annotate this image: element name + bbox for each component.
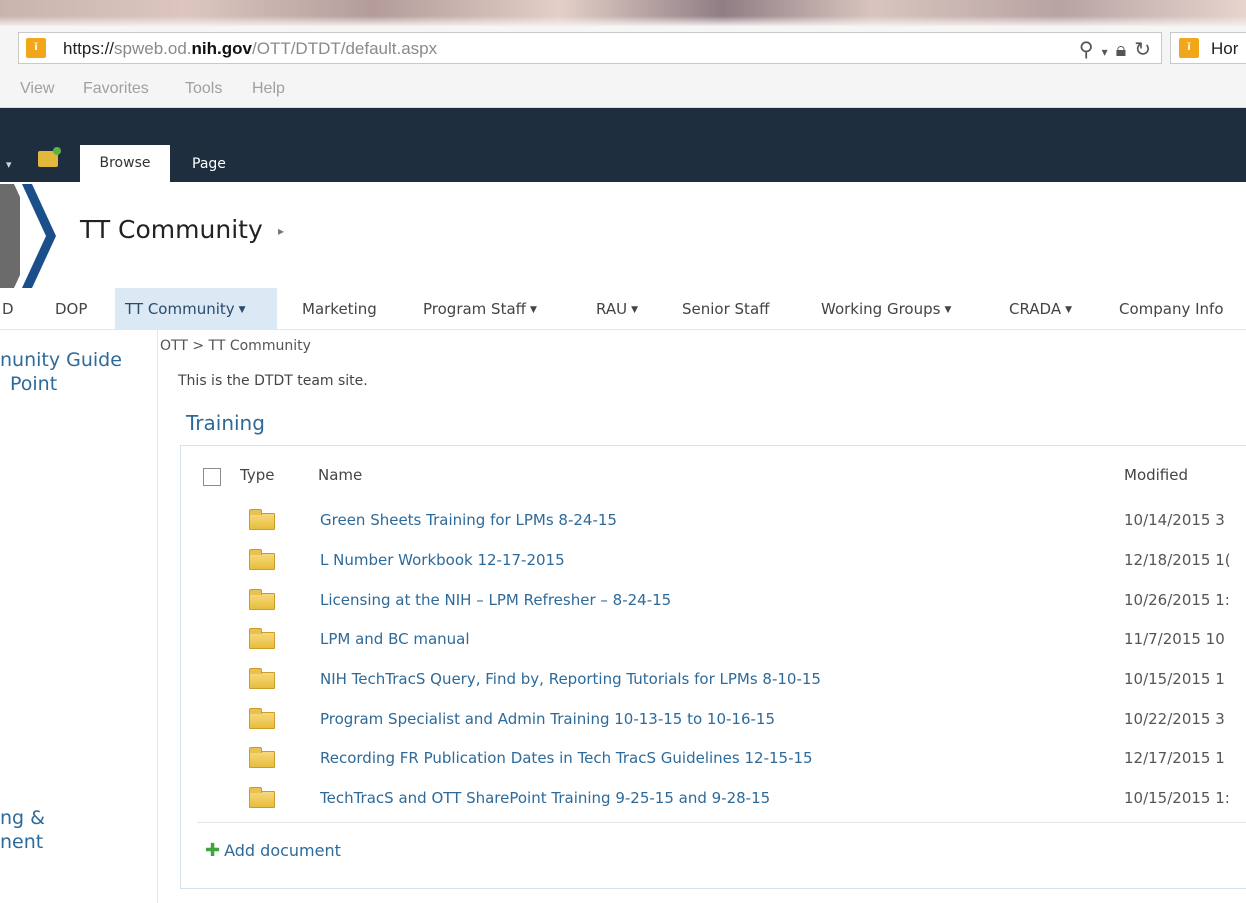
folder-icon xyxy=(249,668,275,689)
folder-icon xyxy=(249,509,275,530)
menu-favorites[interactable]: Favorites xyxy=(83,80,149,98)
table-row[interactable]: NIH TechTracS Query, Find by, Reporting … xyxy=(181,661,1246,701)
document-name-link[interactable]: Licensing at the NIH – LPM Refresher – 8… xyxy=(320,591,671,609)
select-all-checkbox[interactable] xyxy=(203,468,221,486)
chevron-down-icon: ▼ xyxy=(944,305,952,315)
browser-menu-bar: View Favorites Tools Help xyxy=(0,70,1246,108)
modified-date: 12/18/2015 1( xyxy=(1124,551,1231,569)
nav-item-program-staff[interactable]: Program Staff ▼ xyxy=(423,288,537,330)
breadcrumb-ott[interactable]: OTT xyxy=(160,338,188,354)
ribbon-tab-page[interactable]: Page xyxy=(192,156,226,172)
modified-date: 11/7/2015 10 xyxy=(1124,630,1225,648)
address-bar[interactable]: ĭ https://spweb.od.nih.gov/OTT/DTDT/defa… xyxy=(18,32,1162,64)
table-row[interactable]: Green Sheets Training for LPMs 8-24-15 1… xyxy=(181,502,1246,542)
menu-view[interactable]: View xyxy=(20,80,54,98)
tab-favicon-icon: ĭ xyxy=(1179,38,1199,58)
nav-item-rau[interactable]: RAU ▼ xyxy=(596,288,638,330)
folder-icon xyxy=(249,549,275,570)
menu-help[interactable]: Help xyxy=(252,80,285,98)
folder-icon xyxy=(249,589,275,610)
folder-icon xyxy=(249,747,275,768)
document-name-link[interactable]: LPM and BC manual xyxy=(320,630,470,648)
address-bar-icons: ⚲ ▾ 🔒︎ ↻ xyxy=(1071,37,1151,61)
library-title[interactable]: Training xyxy=(186,411,265,435)
table-row[interactable]: TechTracS and OTT SharePoint Training 9-… xyxy=(181,780,1246,820)
lock-icon[interactable]: 🔒︎ xyxy=(1116,37,1127,61)
browser-tab[interactable]: ĭ Hor xyxy=(1170,32,1246,64)
modified-date: 10/15/2015 1 xyxy=(1124,670,1225,688)
breadcrumb: OTT > TT Community xyxy=(160,338,311,354)
site-favicon-icon: ĭ xyxy=(26,38,46,58)
add-document-link[interactable]: ✚ Add document xyxy=(205,840,341,861)
refresh-icon[interactable]: ↻ xyxy=(1134,37,1151,61)
site-title-arrow-icon[interactable]: ▸ xyxy=(278,224,284,238)
breadcrumb-separator: > xyxy=(192,338,205,354)
document-name-link[interactable]: Green Sheets Training for LPMs 8-24-15 xyxy=(320,511,617,529)
ribbon-caret-icon[interactable]: ▾ xyxy=(6,158,12,171)
sharepoint-ribbon: ▾ Browse Page xyxy=(0,108,1246,182)
search-icon[interactable]: ⚲ xyxy=(1079,37,1094,61)
table-row[interactable]: L Number Workbook 12-17-2015 12/18/2015 … xyxy=(181,542,1246,582)
table-row[interactable]: LPM and BC manual 11/7/2015 10 xyxy=(181,621,1246,661)
site-logo-icon[interactable] xyxy=(0,184,66,288)
modified-date: 10/15/2015 1: xyxy=(1124,789,1230,807)
nav-item-marketing[interactable]: Marketing xyxy=(302,288,377,330)
navigate-up-icon[interactable] xyxy=(38,147,61,167)
modified-date: 12/17/2015 1 xyxy=(1124,749,1225,767)
site-header: TT Community ▸ xyxy=(0,182,1246,288)
table-row[interactable]: Licensing at the NIH – LPM Refresher – 8… xyxy=(181,582,1246,622)
folder-icon xyxy=(249,787,275,808)
top-navigation: D DOP TT Community ▼ Marketing Program St… xyxy=(0,288,1246,330)
column-header-type[interactable]: Type xyxy=(240,466,274,484)
folder-icon xyxy=(249,628,275,649)
chevron-down-icon: ▼ xyxy=(1065,305,1073,315)
folder-icon xyxy=(249,708,275,729)
menu-tools[interactable]: Tools xyxy=(185,80,222,98)
browser-address-row: ĭ https://spweb.od.nih.gov/OTT/DTDT/defa… xyxy=(0,26,1246,70)
quick-launch-link-training[interactable]: ng & nent xyxy=(0,806,45,854)
list-divider xyxy=(197,822,1246,823)
address-url[interactable]: https://spweb.od.nih.gov/OTT/DTDT/defaul… xyxy=(63,39,437,59)
dropdown-arrow-icon[interactable]: ▾ xyxy=(1102,45,1108,59)
document-name-link[interactable]: TechTracS and OTT SharePoint Training 9-… xyxy=(320,789,770,807)
table-row[interactable]: Program Specialist and Admin Training 10… xyxy=(181,701,1246,741)
chevron-down-icon: ▼ xyxy=(238,305,246,315)
document-name-link[interactable]: Program Specialist and Admin Training 10… xyxy=(320,710,775,728)
quick-launch-link-community-guide[interactable]: nunity Guide Point xyxy=(0,348,122,396)
nav-item-working-groups[interactable]: Working Groups ▼ xyxy=(821,288,951,330)
site-description: This is the DTDT team site. xyxy=(178,373,368,389)
document-name-link[interactable]: L Number Workbook 12-17-2015 xyxy=(320,551,565,569)
modified-date: 10/26/2015 1: xyxy=(1124,591,1230,609)
nav-item-d[interactable]: D xyxy=(2,288,14,330)
document-name-link[interactable]: Recording FR Publication Dates in Tech T… xyxy=(320,749,813,767)
ribbon-tab-browse[interactable]: Browse xyxy=(80,145,170,182)
modified-date: 10/22/2015 3 xyxy=(1124,710,1225,728)
column-header-name[interactable]: Name xyxy=(318,466,362,484)
document-name-link[interactable]: NIH TechTracS Query, Find by, Reporting … xyxy=(320,670,821,688)
tab-label: Hor xyxy=(1211,39,1239,58)
desktop-background-strip xyxy=(0,0,1246,26)
nav-item-tt-community[interactable]: TT Community ▼ xyxy=(115,288,277,330)
nav-item-dop[interactable]: DOP xyxy=(55,288,87,330)
chevron-down-icon: ▼ xyxy=(530,305,537,315)
nav-item-senior-staff[interactable]: Senior Staff xyxy=(682,288,769,330)
chevron-down-icon: ▼ xyxy=(631,305,638,315)
add-icon: ✚ xyxy=(205,840,221,861)
site-title[interactable]: TT Community xyxy=(80,215,263,244)
breadcrumb-current: TT Community xyxy=(208,338,311,354)
nav-item-company-info[interactable]: Company Info xyxy=(1119,288,1224,330)
quick-launch: nunity Guide Point ng & nent xyxy=(0,330,158,903)
table-row[interactable]: Recording FR Publication Dates in Tech T… xyxy=(181,740,1246,780)
modified-date: 10/14/2015 3 xyxy=(1124,511,1225,529)
nav-item-crada[interactable]: CRADA ▼ xyxy=(1009,288,1072,330)
column-header-modified[interactable]: Modified xyxy=(1124,466,1188,484)
